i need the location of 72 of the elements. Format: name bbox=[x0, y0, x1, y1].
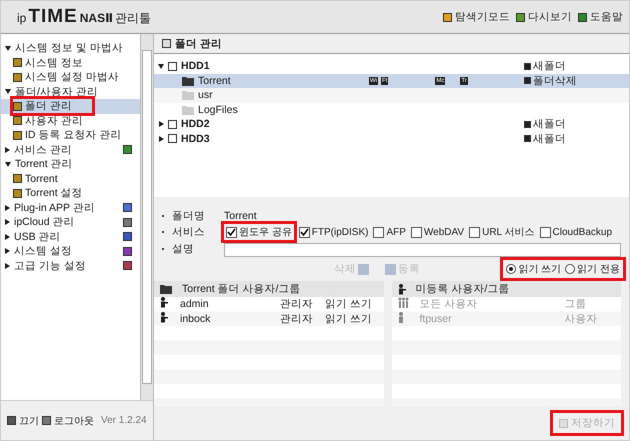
folder-icon bbox=[182, 76, 194, 86]
service-checkbox[interactable]: 윈도우 공유 bbox=[224, 224, 294, 240]
new-folder-link[interactable]: 새폴더 bbox=[524, 132, 566, 146]
description-field[interactable] bbox=[224, 243, 621, 257]
check-mark-icon bbox=[300, 228, 309, 236]
service-checkbox[interactable]: URL 서비스 bbox=[469, 225, 535, 239]
collapse-arrow-icon bbox=[5, 162, 11, 167]
folder-icon bbox=[182, 90, 194, 100]
expand-arrow-icon bbox=[5, 234, 10, 240]
header-action-icon bbox=[443, 12, 452, 22]
menu-icon bbox=[123, 145, 132, 154]
scrollbar[interactable] bbox=[140, 34, 153, 400]
list-header: Torrent 폴더 사용자/그룹 bbox=[154, 281, 384, 297]
menu-group[interactable]: 폴더/사용자 관리 bbox=[1, 84, 140, 99]
folder-manager-icon bbox=[162, 39, 171, 48]
new-folder-link[interactable]: 새폴더 bbox=[524, 117, 566, 132]
field-label: 서비스 bbox=[172, 225, 205, 239]
collapse-arrow-icon bbox=[5, 89, 11, 94]
service-checkbox[interactable]: AFP bbox=[373, 226, 406, 238]
permission-radio[interactable]: 읽기 쓰기 bbox=[506, 262, 562, 276]
folder-icon bbox=[182, 104, 194, 115]
menu-item[interactable]: ID 등록 요청자 관리 bbox=[1, 128, 140, 142]
menu-item[interactable]: 폴더 관리 bbox=[1, 99, 140, 114]
permission-radio[interactable]: 읽기 전용 bbox=[565, 262, 620, 276]
menu-group[interactable]: 고급 기능 설정 bbox=[1, 258, 140, 273]
group-icon bbox=[398, 297, 408, 308]
user-icon bbox=[398, 312, 404, 323]
expand-arrow-icon bbox=[5, 204, 10, 211]
member-row[interactable]: admin 관리자 읽기 쓰기 bbox=[154, 297, 384, 312]
service-checkbox[interactable]: FTP(ipDISK) bbox=[298, 226, 368, 238]
menu-item[interactable]: 사용자 관리 bbox=[1, 114, 140, 128]
logo: ip TIME NASⅡ 관리툴 bbox=[17, 6, 151, 28]
folder-icon bbox=[160, 284, 172, 294]
new-folder-link[interactable]: 새폴더 bbox=[524, 59, 566, 74]
service-checkbox[interactable]: CloudBackup bbox=[540, 226, 612, 238]
folder-name-value: Torrent bbox=[224, 210, 258, 222]
logout-link[interactable]: 로그아웃 bbox=[54, 414, 94, 428]
delete-folder-link[interactable]: 폴더삭제 bbox=[524, 74, 577, 88]
menu-group[interactable]: ipCloud 관리 bbox=[1, 215, 140, 230]
menu-group[interactable]: Plug-in APP 관리 bbox=[1, 200, 140, 215]
list-header: 미등록 사용자/그룹 bbox=[392, 281, 621, 297]
expand-arrow-icon bbox=[5, 219, 10, 226]
service-checkbox[interactable]: WebDAV bbox=[410, 226, 464, 238]
menu-group[interactable]: 시스템 정보 및 마법사 bbox=[1, 41, 140, 56]
collapse-arrow-icon bbox=[5, 46, 11, 51]
version-text: Ver 1.2.24 bbox=[101, 415, 147, 426]
menu-group[interactable]: 시스템 설정 bbox=[1, 244, 140, 258]
menu-group[interactable]: Torrent 관리 bbox=[1, 157, 140, 172]
menu-item[interactable]: Torrent 설정 bbox=[1, 186, 140, 200]
folder-row[interactable]: LogFiles bbox=[154, 102, 629, 117]
menu-item[interactable]: Torrent bbox=[1, 172, 140, 186]
header-link[interactable]: 탐색기모드 bbox=[443, 10, 510, 24]
user-icon bbox=[398, 284, 406, 294]
field-label: 폴더명 bbox=[172, 209, 205, 223]
header-link[interactable]: 도움말 bbox=[578, 10, 623, 24]
check-mark-icon bbox=[227, 228, 236, 236]
header-action-icon bbox=[516, 12, 525, 22]
header-action-icon bbox=[578, 12, 587, 22]
folder-row[interactable]: usr bbox=[154, 88, 629, 102]
field-label: 설명 bbox=[172, 242, 194, 256]
expand-arrow-icon bbox=[5, 248, 10, 254]
user-icon bbox=[160, 297, 168, 308]
power-off-link[interactable]: 끄기 bbox=[19, 414, 39, 428]
menu-item[interactable]: 시스템 정보 bbox=[1, 56, 140, 70]
user-icon bbox=[160, 312, 168, 323]
menu-group[interactable]: USB 관리 bbox=[1, 230, 140, 244]
expand-arrow-icon bbox=[5, 262, 10, 269]
menu-group[interactable]: 서비스 관리 bbox=[1, 142, 140, 157]
menu-item[interactable]: 시스템 설정 마법사 bbox=[1, 70, 140, 84]
expand-arrow-icon bbox=[5, 146, 10, 153]
member-row[interactable]: inbock 관리자 읽기 쓰기 bbox=[154, 312, 384, 326]
header-link[interactable]: 다시보기 bbox=[516, 10, 572, 24]
